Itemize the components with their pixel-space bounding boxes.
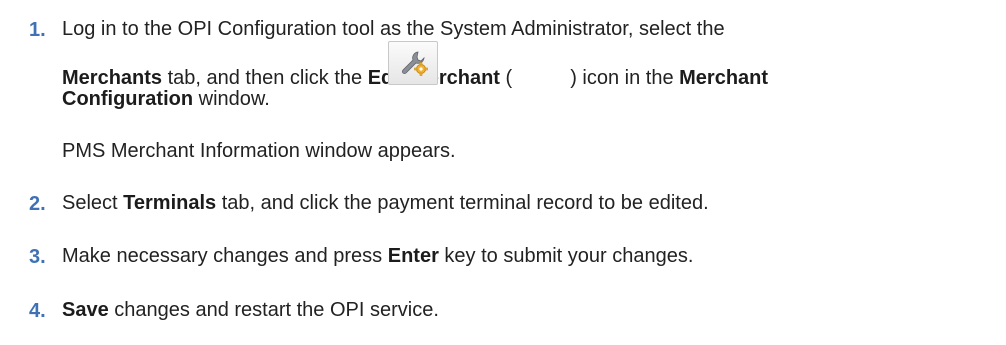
step-number-1: 1. (29, 19, 46, 41)
edit-merchant-wrench-icon (388, 41, 438, 85)
merchant-label: Merchant (679, 67, 769, 89)
enter-key-label: Enter (387, 245, 439, 267)
step-number-4: 4. (29, 300, 46, 322)
step-number-3: 3. (29, 246, 46, 268)
step-4-line: Save changes and restart the OPI service… (62, 299, 439, 321)
step-1-text: Log in to the OPI Configuration tool as … (62, 18, 725, 40)
step-1-line-3: Configuration window. (62, 88, 270, 110)
step-1-line-1: Log in to the OPI Configuration tool as … (62, 18, 725, 41)
configuration-label: Configuration (62, 88, 194, 110)
terminals-tab-label: Terminals (123, 192, 217, 214)
save-label: Save (62, 299, 109, 321)
step-3-line: Make necessary changes and press Enter k… (62, 245, 694, 267)
step-number-2: 2. (29, 193, 46, 215)
step-2-line: Select Terminals tab, and click the paym… (62, 192, 709, 214)
merchants-tab-label: Merchants (62, 67, 163, 89)
step-1-note: PMS Merchant Information window appears. (62, 140, 456, 162)
